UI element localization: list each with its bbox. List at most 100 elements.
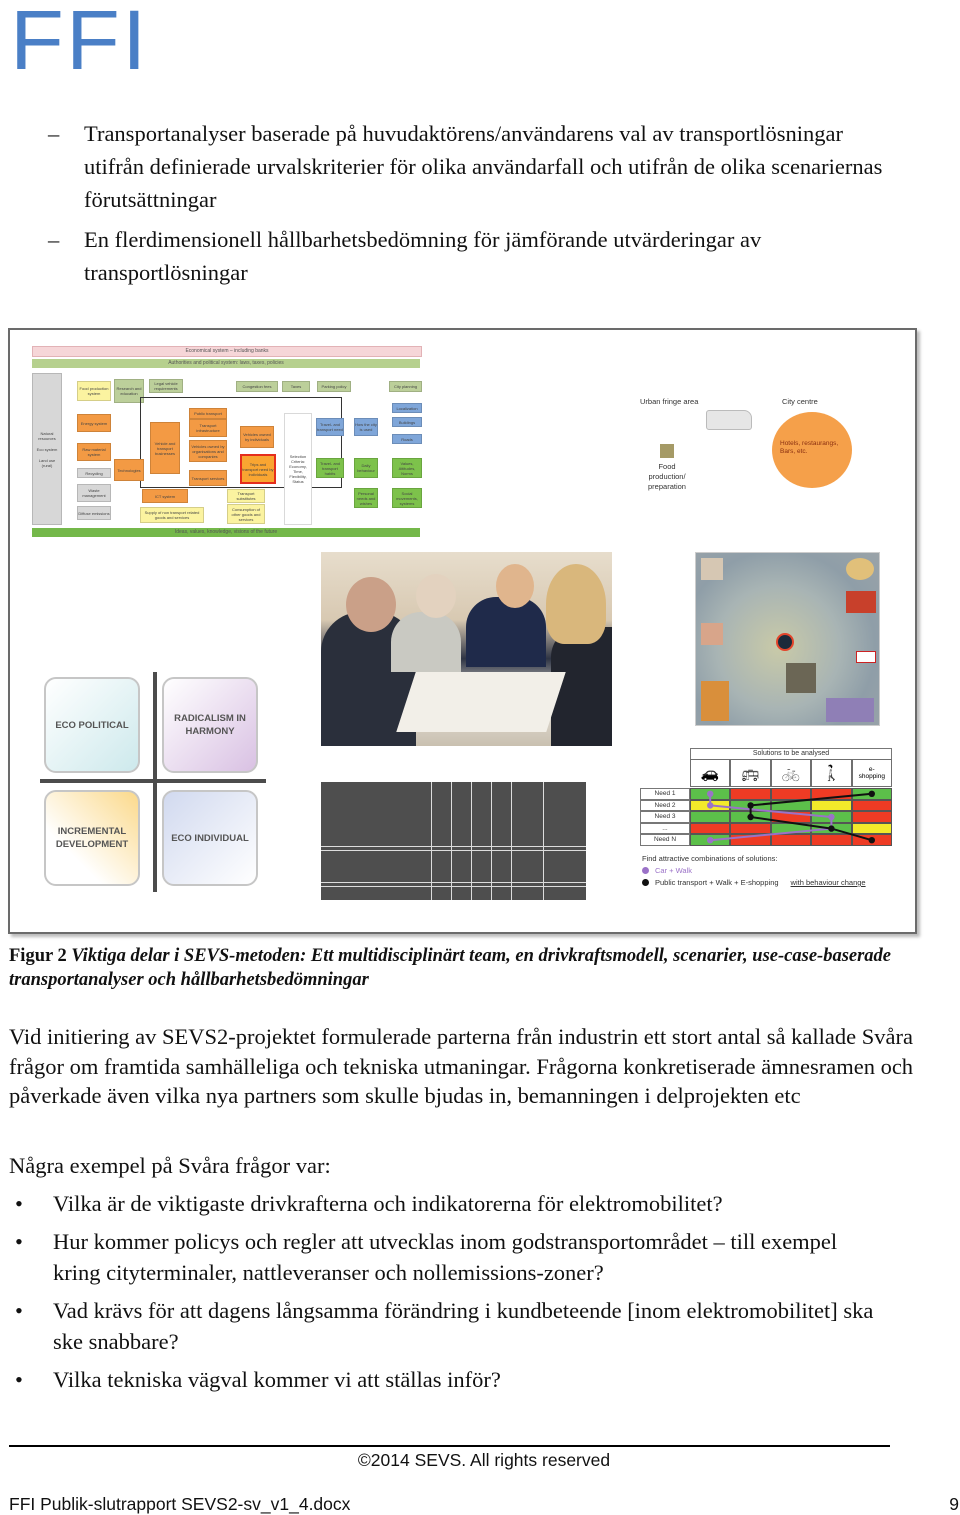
- van-icon: [706, 410, 752, 430]
- map-photo: [701, 558, 723, 580]
- map-photo: [701, 681, 729, 721]
- combination-point: [747, 802, 754, 809]
- map-photo: [826, 698, 874, 722]
- sustainability-assessment-table: [321, 782, 586, 900]
- figure-collage: Economical system – including banks Auth…: [8, 328, 917, 934]
- technologies-box: Technologies: [114, 459, 144, 481]
- table-line: [321, 846, 586, 851]
- caption-text: Viktiga delar i SEVS-metoden: Ett multid…: [9, 946, 892, 990]
- map-photo: [786, 663, 816, 693]
- combination-point: [828, 825, 835, 832]
- roads-box: Roads: [392, 434, 422, 444]
- bullet-marker: •: [15, 1191, 23, 1216]
- economic-system-bar: Economical system – including banks: [32, 346, 422, 357]
- caption-label: Figur 2: [9, 946, 67, 966]
- recycling-box: Recycling: [77, 468, 111, 478]
- travel-habits-box: Travel- and transport habits: [316, 458, 344, 478]
- raw-material-box: Raw material system: [77, 443, 111, 461]
- travel-need-box: Travel- and transport need: [316, 418, 344, 436]
- transport-substitutes-box: Transport substitutes: [227, 489, 265, 503]
- organisation-vehicles-box: Vehicles owned by organisations and comp…: [189, 440, 227, 462]
- dash-list: – Transportanalyser baserade på huvudakt…: [40, 117, 900, 296]
- transport-infrastructure-box: Transport infrastructure: [189, 419, 227, 437]
- bullet-item: • Vilka tekniska vägval kommer vi att stä…: [9, 1364, 889, 1395]
- individual-vehicles-box: Vehicles owned by individuals: [240, 426, 274, 448]
- legend-dot-icon: [642, 879, 649, 886]
- bullet-item: • Vad krävs för att dagens långsamma förä…: [9, 1295, 889, 1357]
- combination-point: [707, 837, 714, 844]
- examples-intro: Några exempel på Svåra frågor var:: [9, 1153, 331, 1178]
- bus-icon: 🚌: [730, 759, 771, 787]
- diffuse-emissions-box: Diffuse emissions: [77, 506, 111, 520]
- food-production-square: [660, 444, 674, 458]
- congestion-fees-box: Congestion fees: [236, 381, 278, 392]
- hotels-label: Hotels, restaurangs, Bars, etc.: [780, 440, 839, 455]
- legend-suffix: with behaviour change: [790, 878, 866, 887]
- combination-point: [747, 813, 754, 821]
- public-transport-box: Public transport: [189, 408, 227, 419]
- combination-point: [868, 790, 875, 797]
- need-row-label: Need 1: [640, 788, 690, 800]
- city-planning-box: City planning: [389, 381, 422, 392]
- trips-need-box: Trips and transport need by individuals: [240, 454, 276, 484]
- bullet-list: • Vilka är de viktigaste drivkrafterna oc…: [9, 1188, 889, 1402]
- map-photo: [846, 558, 874, 580]
- horizontal-axis: [40, 779, 266, 783]
- food-production-box: Food production system: [77, 381, 111, 401]
- paper-sheet: [396, 672, 566, 732]
- food-production-label: Food production/ preparation: [648, 462, 686, 491]
- need-row-label: Need 2: [640, 799, 690, 812]
- e-shopping-icon: e- shopping: [851, 759, 892, 787]
- combination-point: [707, 802, 714, 809]
- document-filename: FFI Publik-slutrapport SEVS2-sv_v1_4.doc…: [9, 1494, 351, 1514]
- solutions-matrix: Solutions to be analysed 🚗 🚌 🚲 🚶 e- shopping…: [638, 744, 908, 904]
- legend-car-walk: Car + Walk: [642, 866, 692, 875]
- figure-caption: Figur 2 Viktiga delar i SEVS-metoden: Et…: [9, 944, 899, 992]
- city-centre-label: City centre: [782, 397, 818, 406]
- driver-model-diagram: Economical system – including banks Auth…: [32, 346, 422, 537]
- public-transport-line: [749, 792, 873, 842]
- need-row-label: Need 3: [640, 811, 690, 823]
- scenario-eco-individual: ECO INDIVIDUAL: [162, 790, 258, 886]
- person-silhouette: [466, 597, 546, 667]
- page-number: 9: [949, 1494, 959, 1514]
- natural-resources-column: Natural resources Eco system Land use (r…: [32, 373, 62, 525]
- legend-public-transport: Public transport + Walk + E-shopping wit…: [642, 878, 866, 887]
- parking-policy-box: Parking policy: [317, 381, 351, 392]
- person-head: [496, 564, 534, 608]
- bicycle-icon: 🚲: [770, 759, 812, 787]
- car-icon: 🚗: [690, 759, 731, 787]
- ideas-values-bar: Ideas, values, knowledge, visions of the…: [32, 528, 420, 537]
- person-head: [346, 577, 396, 632]
- need-row-label: Need N: [640, 834, 690, 846]
- dash-list-item: – Transportanalyser baserade på huvudakt…: [40, 117, 900, 216]
- land-use-label: Land use (rural): [38, 457, 56, 468]
- dash-marker: –: [48, 227, 60, 252]
- person-head: [546, 564, 606, 644]
- ict-system-box: ICT system: [142, 489, 188, 503]
- bullet-marker: •: [15, 1367, 23, 1392]
- dash-item-text: En flerdimensionell hållbarhetsbedömning…: [84, 227, 762, 285]
- bullet-item: • Vilka är de viktigaste drivkrafterna oc…: [9, 1188, 889, 1219]
- daily-behaviour-box: Daily behaviour: [354, 458, 378, 478]
- scenario-incremental-development: INCREMENTAL DEVELOPMENT: [44, 790, 140, 886]
- walk-icon: 🚶: [811, 759, 852, 787]
- scenario-radicalism-in-harmony: RADICALISM IN HARMONY: [162, 677, 258, 773]
- team-workshop-photo: [321, 552, 612, 746]
- waste-management-box: Waste management: [77, 484, 111, 502]
- legend-dot-icon: [642, 867, 649, 874]
- vehicle-businesses-box: Vehicle and transport businesses: [150, 422, 180, 474]
- map-logo: [856, 651, 876, 663]
- authorities-bar: Authorities and political system: laws, …: [32, 359, 420, 368]
- scenario-eco-political: ECO POLITICAL: [44, 677, 140, 773]
- personal-needs-box: Personal needs and wishes: [354, 488, 378, 508]
- map-marker: [776, 633, 794, 651]
- bullet-item: • Hur kommer policys och regler att utvec…: [9, 1226, 889, 1288]
- values-box: Values, Attitudes, Norms: [392, 458, 422, 478]
- energy-system-box: Energy system: [77, 414, 111, 432]
- eco-system-label: Eco system: [36, 446, 58, 452]
- localization-box: Localization: [392, 403, 422, 413]
- social-movements-box: Social movements, systems: [392, 488, 422, 508]
- person-head: [416, 574, 456, 618]
- buildings-box: Buildings: [392, 417, 422, 427]
